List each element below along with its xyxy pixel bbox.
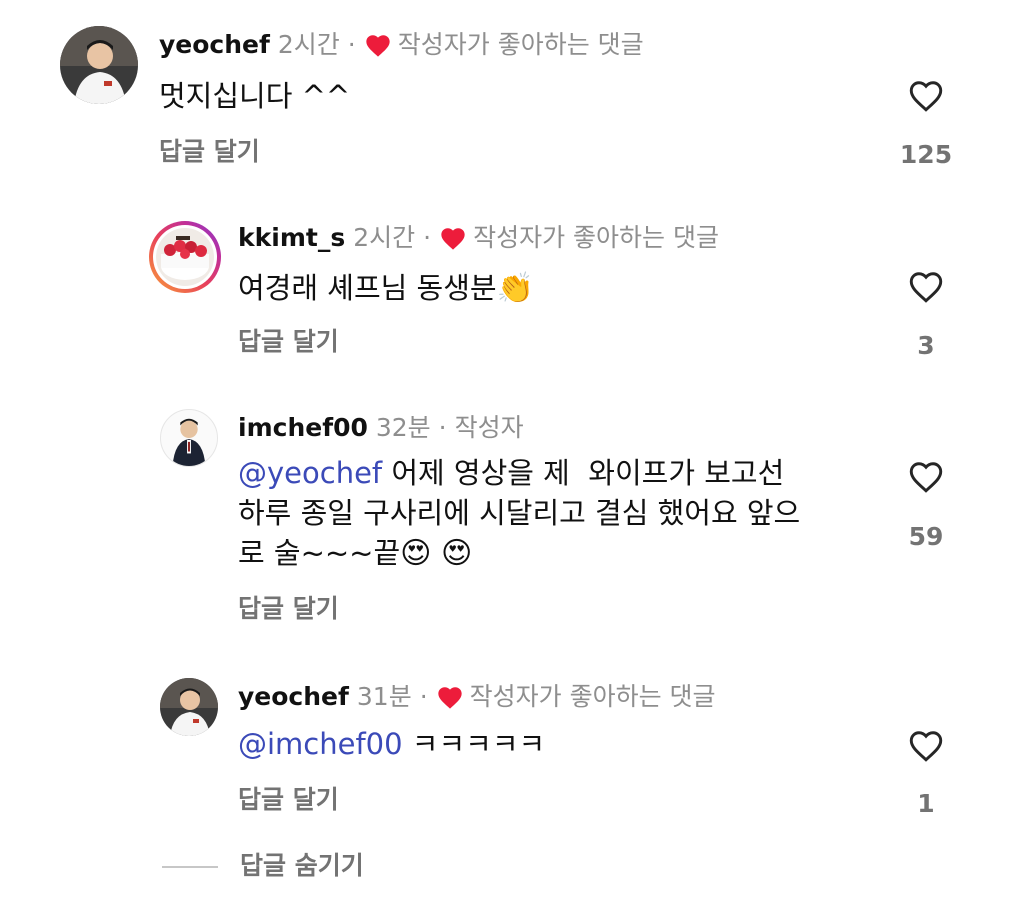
avatar[interactable] [160, 409, 218, 467]
timestamp: 2시간 [353, 223, 416, 252]
avatar[interactable] [160, 678, 218, 736]
like-count: 1 [917, 789, 935, 818]
heart-outline-icon[interactable] [906, 268, 946, 304]
timestamp: 31분 [356, 682, 412, 711]
comment-text-line-3: 로 술~~~끝 [238, 536, 401, 570]
like-count: 3 [917, 331, 935, 360]
comment-text: 여경래 셰프님 동생분👏 [238, 268, 534, 309]
timestamp: 32분 [375, 413, 431, 442]
liked-heart-icon [364, 32, 392, 58]
mention-link[interactable]: @yeochef [238, 456, 382, 490]
reply-button[interactable]: 답글 달기 [159, 137, 260, 167]
username[interactable]: yeochef [159, 30, 270, 60]
timestamp: 2시간 [277, 30, 340, 59]
like-count: 59 [908, 522, 944, 551]
creator-liked-badge: 작성자가 좋아하는 댓글 [469, 682, 716, 711]
avatar[interactable] [60, 26, 138, 104]
reply-button[interactable]: 답글 달기 [238, 327, 339, 357]
story-ring-avatar[interactable] [149, 221, 221, 293]
comment-meta: yeochef 31분 · 작성자가 좋아하는 댓글 [238, 682, 716, 712]
comment-text: @imchef00 ㅋㅋㅋㅋㅋ [238, 724, 545, 764]
liked-heart-icon [439, 225, 467, 251]
comment-text-line-1: 어제 영상을 제 와이프가 보고선 [382, 456, 785, 490]
heart-outline-icon[interactable] [906, 458, 946, 494]
comment-meta: yeochef 2시간 · 작성자가 좋아하는 댓글 [159, 30, 644, 60]
comment-meta: kkimt_s 2시간 · 작성자가 좋아하는 댓글 [238, 223, 719, 253]
heart-eyes-emoji: 😍 😍 [400, 536, 473, 571]
hide-replies-button[interactable]: 답글 숨기기 [240, 851, 364, 881]
clapping-emoji: 👏 [496, 271, 534, 306]
comment-meta: imchef00 32분 · 작성자 [238, 413, 524, 443]
comment-text-content: ㅋㅋㅋㅋㅋ [402, 727, 546, 761]
creator-liked-badge: 작성자가 좋아하는 댓글 [397, 30, 644, 59]
mention-link[interactable]: @imchef00 [238, 727, 403, 761]
username[interactable]: kkimt_s [238, 223, 345, 253]
separator: · [423, 223, 432, 252]
username[interactable]: yeochef [238, 682, 349, 712]
comment-text-content: 멋지십니다 ^^ [159, 79, 351, 113]
avatar [156, 228, 214, 286]
reply-button[interactable]: 답글 달기 [238, 594, 339, 624]
comment-text-line-2: 하루 종일 구사리에 시달리고 결심 했어요 앞으 [238, 496, 801, 530]
like-count: 125 [899, 140, 953, 169]
username[interactable]: imchef00 [238, 413, 368, 443]
comment-text-content: 여경래 셰프님 동생분 [238, 271, 497, 305]
author-badge: 작성자 [454, 413, 524, 442]
hide-replies-divider [162, 866, 218, 868]
separator: · [347, 30, 356, 59]
comment-text: @yeochef 어제 영상을 제 와이프가 보고선 하루 종일 구사리에 시달… [238, 453, 878, 574]
liked-heart-icon [436, 684, 464, 710]
comment-text: 멋지십니다 ^^ [159, 76, 350, 116]
separator: · [419, 682, 428, 711]
separator: · [438, 413, 447, 442]
reply-button[interactable]: 답글 달기 [238, 785, 339, 815]
creator-liked-badge: 작성자가 좋아하는 댓글 [473, 223, 719, 252]
heart-outline-icon[interactable] [906, 727, 946, 763]
heart-outline-icon[interactable] [906, 77, 946, 113]
